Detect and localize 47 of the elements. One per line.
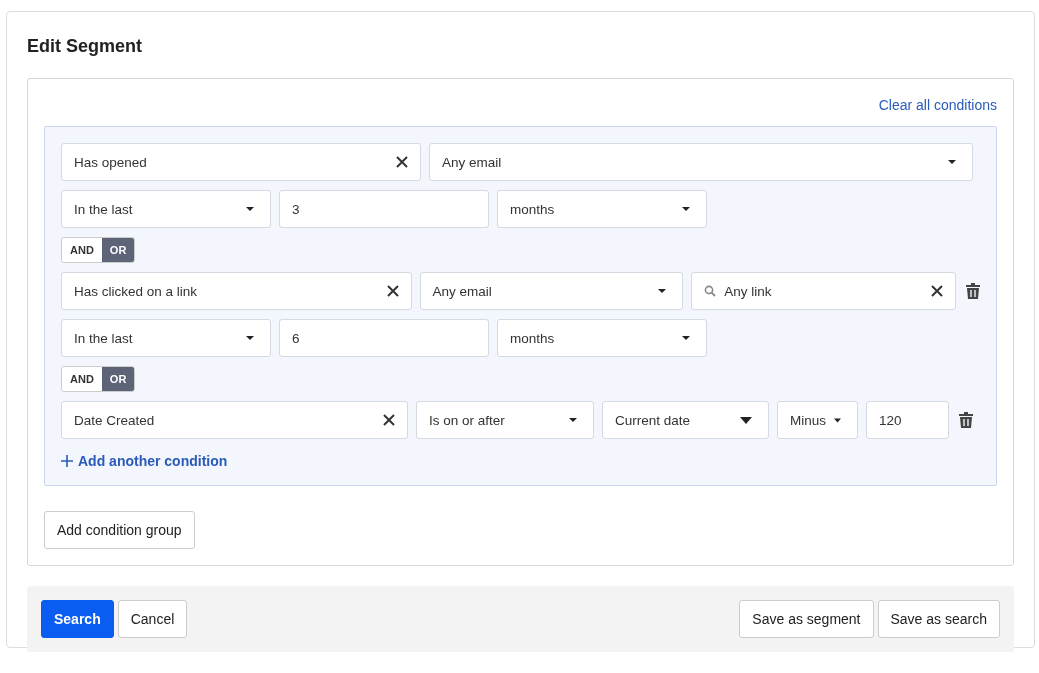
- page-title: Edit Segment: [27, 35, 143, 58]
- filter-field[interactable]: Date Created: [61, 401, 408, 439]
- add-condition-group-button[interactable]: Add condition group: [44, 511, 195, 549]
- clear-all-link[interactable]: Clear all conditions: [878, 97, 997, 113]
- select-dropdown[interactable]: months: [497, 190, 707, 228]
- filter-field[interactable]: Has clicked on a link: [61, 272, 412, 310]
- add-condition-link[interactable]: Add another condition: [61, 453, 980, 469]
- plus-icon: [61, 455, 73, 467]
- caret-icon: [948, 160, 956, 164]
- caret-icon: [740, 416, 752, 424]
- filter-field[interactable]: Has opened: [61, 143, 421, 181]
- caret-icon: [246, 336, 254, 340]
- footer-button[interactable]: Search: [41, 600, 114, 638]
- select-dropdown[interactable]: In the last: [61, 319, 271, 357]
- footer-button[interactable]: Save as segment: [739, 600, 874, 638]
- trash-icon: [959, 412, 973, 428]
- operator-toggle[interactable]: AND: [62, 238, 102, 262]
- select-dropdown[interactable]: Is on or after: [416, 401, 594, 439]
- select-dropdown[interactable]: Current date: [602, 401, 769, 439]
- caret-icon: [658, 289, 667, 293]
- caret-icon: [682, 336, 690, 340]
- operator-toggle[interactable]: OR: [101, 367, 135, 391]
- close-icon: [386, 285, 399, 297]
- select-dropdown[interactable]: months: [497, 319, 707, 357]
- close-icon: [396, 156, 408, 168]
- footer-button[interactable]: Save as search: [877, 600, 1000, 638]
- select-dropdown[interactable]: In the last: [61, 190, 271, 228]
- input-field[interactable]: 6: [279, 319, 489, 357]
- caret-icon: [834, 416, 841, 424]
- search-field[interactable]: Any link: [691, 272, 956, 310]
- input-field[interactable]: 120: [866, 401, 949, 439]
- close-icon: [383, 414, 395, 426]
- caret-icon: [569, 418, 577, 422]
- footer-button[interactable]: Cancel: [117, 600, 188, 638]
- caret-icon: [682, 207, 690, 211]
- select-dropdown[interactable]: Minus: [777, 401, 858, 439]
- trash-icon: [966, 283, 980, 299]
- close-icon: [931, 285, 943, 297]
- select-dropdown[interactable]: Any email: [419, 272, 684, 310]
- input-field[interactable]: 3: [279, 190, 489, 228]
- operator-toggle[interactable]: AND: [62, 367, 102, 391]
- select-dropdown[interactable]: Any email: [429, 143, 973, 181]
- delete-button[interactable]: [957, 412, 973, 428]
- search-icon: [704, 285, 717, 297]
- caret-icon: [246, 207, 254, 211]
- operator-toggle[interactable]: OR: [101, 238, 135, 262]
- delete-button[interactable]: [964, 283, 980, 299]
